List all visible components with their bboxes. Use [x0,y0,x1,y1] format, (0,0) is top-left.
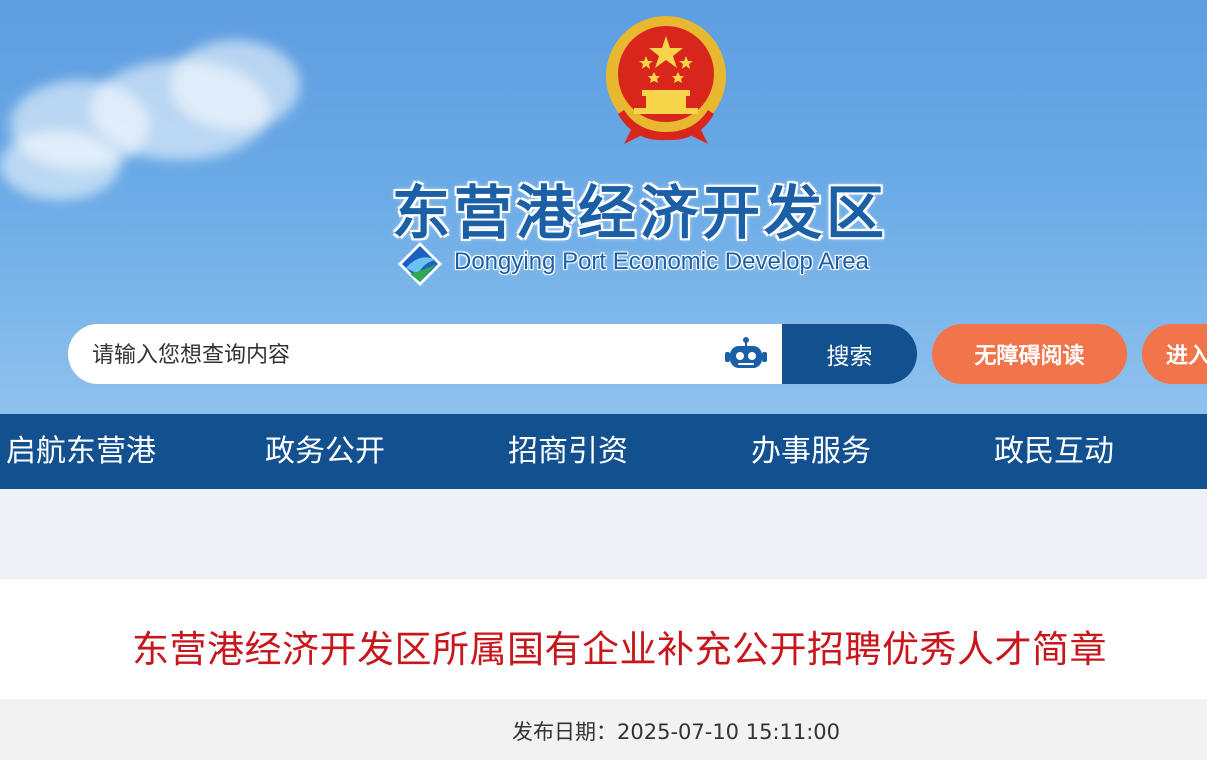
robot-icon[interactable] [724,336,768,372]
nav-item-zhaoshang-yinzi[interactable]: 招商引资 [508,414,628,489]
article-header: 东营港经济开发区所属国有企业补充公开招聘优秀人才简章 [0,579,1207,699]
publish-date-label: 发布日期： [512,720,617,744]
cloud-decoration [0,130,120,200]
nav-item-zhengwu-gongkai[interactable]: 政务公开 [265,414,385,489]
enter-button[interactable]: 进入 [1142,324,1207,384]
port-logo-icon [398,242,442,286]
national-emblem-icon [606,16,726,144]
search-box [68,324,782,386]
accessibility-reading-button[interactable]: 无障碍阅读 [932,324,1127,384]
site-title: 东营港经济开发区 [392,179,889,247]
article-meta: 发布日期：2025-07-10 15:11:00 [0,699,1207,760]
site-subtitle: Dongying Port Economic Develop Area [454,248,869,275]
breadcrumb-area [0,489,1207,579]
search-button[interactable]: 搜索 [782,324,917,384]
nav-item-zhengmin-hudong[interactable]: 政民互动 [994,414,1114,489]
nav-item-qihang-dongyinggang[interactable]: 启航东营港 [6,414,156,489]
article-title: 东营港经济开发区所属国有企业补充公开招聘优秀人才简章 [132,628,1107,671]
nav-item-banshi-fuwu[interactable]: 办事服务 [751,414,871,489]
search-input[interactable] [90,324,714,386]
publish-date: 发布日期：2025-07-10 15:11:00 [512,716,840,746]
main-nav: 启航东营港 政务公开 招商引资 办事服务 政民互动 [0,414,1207,489]
publish-date-value: 2025-07-10 15:11:00 [617,720,841,744]
cloud-decoration [170,40,300,130]
